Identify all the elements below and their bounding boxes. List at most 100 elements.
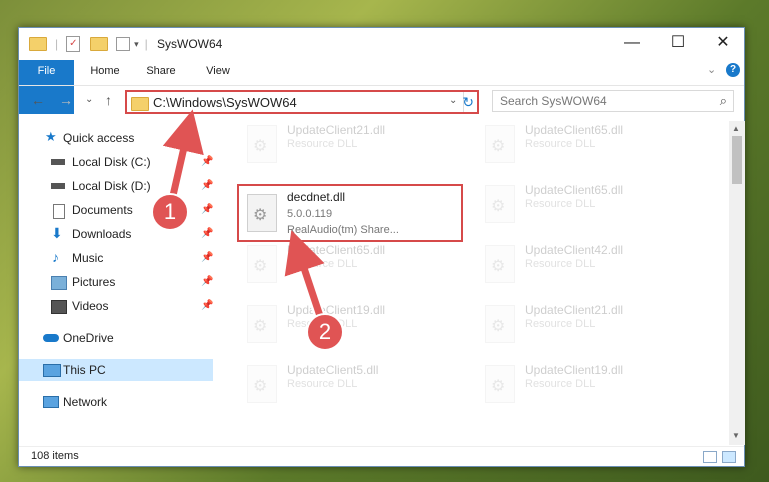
window-title: SysWOW64 [157, 37, 223, 51]
tab-home[interactable]: Home [81, 60, 129, 83]
file-item[interactable]: ⚙ UpdateClient65.dll Resource DLL [475, 121, 695, 175]
gear-icon: ⚙ [253, 258, 268, 275]
recent-locations-button[interactable]: ⌄ [85, 94, 93, 105]
customize-toolbar-icon[interactable]: ▾ [134, 39, 139, 50]
file-company: RealAudio(tm) Share... [287, 224, 399, 236]
search-placeholder: Search SysWOW64 [500, 94, 607, 108]
file-name: decdnet.dll [287, 190, 346, 204]
navigation-bar: ← → ⌄ ↑ C:\Windows\SysWOW64 ⌄ ↻ Search S… [19, 85, 744, 116]
gear-icon: ⚙ [491, 138, 506, 155]
sidebar-item-local-disk-d[interactable]: Local Disk (D:) 📌 [19, 175, 213, 197]
network-icon [43, 396, 59, 408]
view-options-icon[interactable] [116, 37, 131, 51]
large-icons-view-icon[interactable] [722, 451, 736, 463]
downloads-icon: ⬇ [51, 225, 63, 241]
details-view-icon[interactable] [703, 451, 717, 463]
pin-icon[interactable]: 📌 [201, 223, 213, 245]
search-box[interactable]: Search SysWOW64 ⌕ [492, 90, 734, 112]
dll-file-icon: ⚙ [485, 125, 515, 163]
title-bar: | ✓ ▾ | SysWOW64 — ☐ ✕ [19, 28, 744, 60]
address-dropdown-icon[interactable]: ⌄ [449, 95, 457, 106]
dll-file-icon: ⚙ [485, 305, 515, 343]
pin-icon[interactable]: 📌 [201, 271, 213, 293]
sidebar-item-local-disk-c[interactable]: Local Disk (C:) 📌 [19, 151, 213, 173]
dll-file-icon: ⚙ [247, 245, 277, 283]
drive-icon [51, 183, 65, 189]
drive-icon [51, 159, 65, 165]
gear-icon: ⚙ [491, 318, 506, 335]
star-icon: ★ [45, 129, 57, 144]
expand-ribbon-icon[interactable]: ⌄ [707, 63, 716, 76]
pin-icon[interactable]: 📌 [201, 199, 213, 221]
scroll-thumb[interactable] [732, 136, 742, 184]
minimize-button[interactable]: — [609, 28, 655, 58]
pin-icon[interactable]: 📌 [201, 151, 213, 173]
scroll-up-icon[interactable]: ▲ [732, 124, 740, 133]
search-icon: ⌕ [719, 93, 727, 108]
step-badge-2: 2 [306, 313, 344, 351]
file-item[interactable]: ⚙ UpdateClient65.dll Resource DLL [237, 241, 457, 295]
up-button[interactable]: ↑ [105, 92, 112, 108]
gear-icon: ⚙ [491, 258, 506, 275]
new-folder-icon[interactable] [90, 37, 109, 51]
refresh-icon[interactable]: ↻ [462, 94, 474, 111]
dll-file-icon: ⚙ [485, 185, 515, 223]
quick-access-toolbar: | ✓ ▾ | [29, 36, 148, 52]
sidebar-item-this-pc[interactable]: This PC [19, 359, 213, 381]
pin-icon[interactable]: 📌 [201, 295, 213, 317]
maximize-button[interactable]: ☐ [655, 28, 701, 58]
help-icon[interactable]: ? [726, 63, 740, 77]
status-bar: 108 items [19, 446, 744, 467]
properties-icon[interactable]: ✓ [66, 36, 81, 52]
videos-icon [51, 300, 67, 314]
tab-share[interactable]: Share [137, 60, 185, 83]
file-item[interactable]: ⚙ UpdateClient65.dll Resource DLL [475, 181, 695, 235]
tab-view[interactable]: View [194, 60, 242, 83]
file-item[interactable]: ⚙ UpdateClient21.dll Resource DLL [475, 301, 695, 355]
vertical-scrollbar[interactable]: ▲ ▼ [729, 121, 745, 445]
file-list: ⚙ UpdateClient21.dll Resource DLL ⚙ Upda… [213, 121, 729, 439]
dll-file-icon: ⚙ [247, 305, 277, 343]
address-path: C:\Windows\SysWOW64 [153, 95, 297, 110]
documents-icon [53, 204, 65, 219]
file-item[interactable]: ⚙ UpdateClient42.dll Resource DLL [475, 241, 695, 295]
dll-file-icon: ⚙ [247, 365, 277, 403]
pin-icon[interactable]: 📌 [201, 247, 213, 269]
dll-file-icon: ⚙ [247, 194, 277, 232]
sidebar-item-quick-access[interactable]: ★ Quick access [19, 127, 213, 149]
file-item[interactable]: ⚙ UpdateClient21.dll Resource DLL [237, 121, 457, 175]
gear-icon: ⚙ [253, 207, 268, 224]
sidebar-item-videos[interactable]: Videos 📌 [19, 295, 213, 317]
folder-icon [29, 37, 47, 51]
gear-icon: ⚙ [253, 318, 268, 335]
sidebar-item-onedrive[interactable]: OneDrive [19, 327, 213, 349]
music-icon: ♪ [52, 249, 59, 265]
sidebar-item-pictures[interactable]: Pictures 📌 [19, 271, 213, 293]
navigation-pane: ★ Quick access Local Disk (C:) 📌 Local D… [19, 121, 213, 439]
cloud-icon [43, 334, 59, 342]
explorer-window: | ✓ ▾ | SysWOW64 — ☐ ✕ File Home Share V… [18, 27, 745, 467]
dll-file-icon: ⚙ [247, 125, 277, 163]
ribbon-tabs: File Home Share View [19, 60, 744, 114]
file-item[interactable]: ⚙ UpdateClient5.dll Resource DLL [237, 361, 457, 415]
dll-file-icon: ⚙ [485, 365, 515, 403]
file-item[interactable]: ⚙ UpdateClient19.dll Resource DLL [237, 301, 457, 355]
gear-icon: ⚙ [253, 378, 268, 395]
highlighted-file-decdnet[interactable]: ⚙ decdnet.dll 5.0.0.119 RealAudio(tm) Sh… [237, 184, 463, 242]
back-button[interactable]: ← [31, 92, 45, 108]
gear-icon: ⚙ [253, 138, 268, 155]
pin-icon[interactable]: 📌 [201, 175, 213, 197]
gear-icon: ⚙ [491, 198, 506, 215]
forward-button[interactable]: → [59, 92, 73, 108]
sidebar-item-network[interactable]: Network [19, 391, 213, 413]
pc-icon [43, 364, 61, 377]
scroll-down-icon[interactable]: ▼ [732, 431, 740, 440]
step-badge-1: 1 [151, 193, 189, 231]
file-item[interactable]: ⚙ UpdateClient19.dll Resource DLL [475, 361, 695, 415]
dll-file-icon: ⚙ [485, 245, 515, 283]
close-button[interactable]: ✕ [700, 28, 746, 58]
sidebar-item-music[interactable]: ♪ Music 📌 [19, 247, 213, 269]
sidebar-item-downloads[interactable]: ⬇ Downloads 📌 [19, 223, 213, 245]
folder-icon [131, 97, 149, 111]
address-bar[interactable]: C:\Windows\SysWOW64 ⌄ ↻ [125, 90, 479, 114]
